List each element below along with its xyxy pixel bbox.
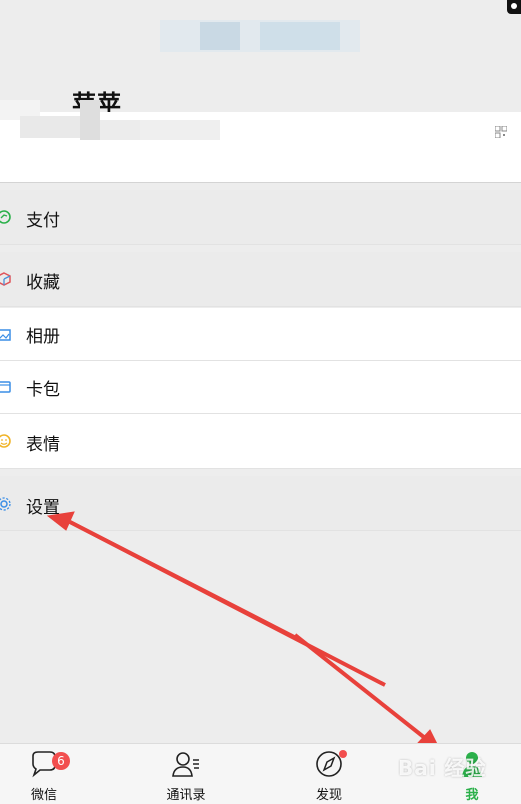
tab-label: 微信	[30, 788, 57, 803]
tab-label: 发现	[315, 788, 342, 803]
tab-label: 通讯录	[166, 788, 206, 803]
new-content-dot	[339, 750, 347, 758]
tab-label: 我	[465, 788, 479, 803]
annotation-arrows	[46, 511, 442, 753]
unread-badge: 6	[52, 752, 70, 770]
watermark: Bai 经验	[398, 756, 487, 780]
tab-chats[interactable]: 6 微信	[4, 744, 84, 804]
contacts-icon	[172, 752, 199, 777]
tab-contacts[interactable]: 通讯录	[146, 744, 226, 804]
tab-discover[interactable]: 发现	[289, 744, 369, 804]
